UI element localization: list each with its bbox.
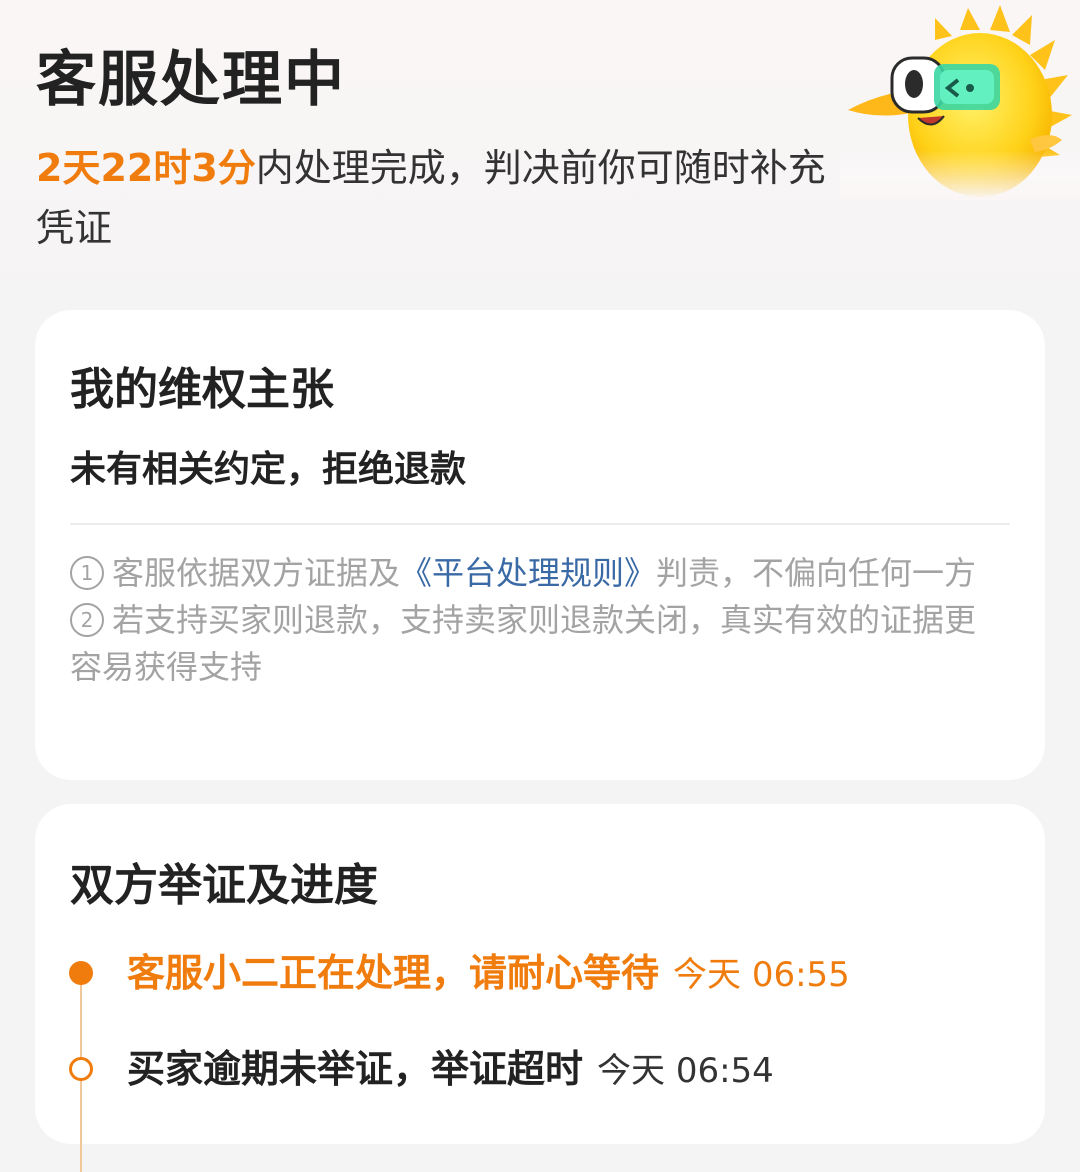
timeline-item-time: 今天 06:54 (597, 1051, 774, 1091)
note-text: 判责，不偏向任何一方 (656, 554, 977, 592)
timeline-dot-filled-icon (69, 961, 93, 985)
mascot-illustration (840, 5, 1080, 200)
progress-title: 双方举证及进度 (70, 860, 378, 911)
timeline-item-text: 买家逾期未举证，举证超时 (127, 1047, 584, 1091)
circled-number-icon: 1 (70, 556, 104, 590)
deadline-info: 2天22时3分内处理完成，判决前你可随时补充凭证 (36, 138, 836, 258)
claim-title: 我的维权主张 (70, 364, 334, 415)
deadline-countdown: 2天22时3分 (36, 146, 256, 190)
claim-notes: 1 客服依据双方证据及《平台处理规则》判责，不偏向任何一方 2 若支持买家则退款，支… (70, 550, 990, 691)
claim-value: 未有相关约定，拒绝退款 (70, 449, 467, 490)
claim-card: 我的维权主张 未有相关约定，拒绝退款 1 客服依据双方证据及《平台处理规则》判责，… (35, 310, 1045, 780)
timeline-dot-hollow-icon (69, 1057, 93, 1081)
timeline-item-current: 客服小二正在处理，请耐心等待 今天 06:55 (127, 948, 850, 1006)
note-text: 客服依据双方证据及 (112, 554, 401, 592)
divider (70, 523, 1010, 525)
note-item: 2 若支持买家则退款，支持卖家则退款关闭，真实有效的证据更容易获得支持 (70, 597, 990, 691)
note-text: 若支持买家则退款，支持卖家则退款关闭，真实有效的证据更容易获得支持 (70, 601, 977, 686)
note-item: 1 客服依据双方证据及《平台处理规则》判责，不偏向任何一方 (70, 550, 990, 597)
page-title: 客服处理中 (36, 45, 346, 115)
timeline-item-past: 买家逾期未举证，举证超时 今天 06:54 (127, 1044, 774, 1102)
platform-rules-link[interactable]: 《平台处理规则》 (400, 554, 656, 592)
timeline-item-text: 客服小二正在处理，请耐心等待 (127, 951, 660, 995)
timeline-item-time: 今天 06:55 (673, 955, 850, 995)
page-header: 客服处理中 2天22时3分内处理完成，判决前你可随时补充凭证 (0, 0, 1080, 300)
circled-number-icon: 2 (70, 603, 104, 637)
progress-card: 双方举证及进度 客服小二正在处理，请耐心等待 今天 06:55 买家逾期未举证，举… (35, 804, 1045, 1172)
